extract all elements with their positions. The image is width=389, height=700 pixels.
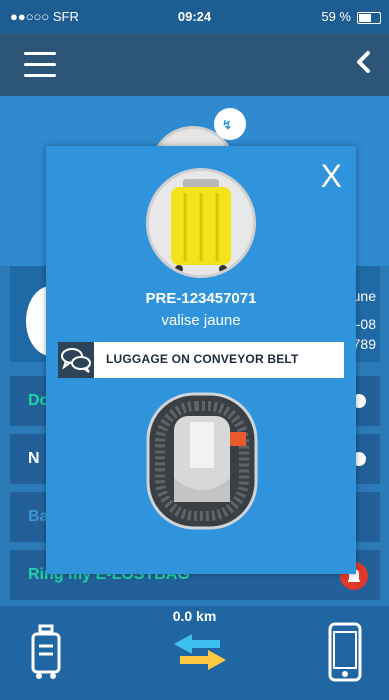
battery-text: 59 %: [321, 9, 351, 24]
option-row-2-label: N: [28, 450, 40, 467]
battery-icon: [357, 12, 381, 24]
back-chevron-icon[interactable]: [355, 50, 371, 79]
suitcase-icon: [30, 624, 62, 685]
card-text-1: une: [352, 288, 376, 304]
status-banner: LUGGAGE ON CONVEYOR BELT: [58, 342, 344, 378]
luggage-description: valise jaune: [161, 312, 241, 329]
status-text: LUGGAGE ON CONVEYOR BELT: [106, 352, 299, 366]
phone-icon: [328, 622, 362, 687]
link-badge-icon: ↯: [214, 108, 246, 140]
card-text-3: 789: [352, 336, 376, 352]
card-text-2: -08: [355, 316, 376, 332]
menu-icon[interactable]: [24, 52, 56, 85]
yellow-suitcase-image: [149, 171, 253, 275]
luggage-status-dialog: X PRE-123457071 valise jaune LUGGAGE ON …: [46, 146, 356, 574]
svg-text:↯: ↯: [222, 118, 232, 132]
luggage-reference: PRE-123457071: [145, 290, 257, 307]
conveyor-belt-icon: [146, 392, 258, 530]
luggage-photo: [146, 168, 256, 278]
distance-footer: 0.0 km: [0, 606, 389, 700]
nav-bar: [0, 34, 389, 96]
chat-bubbles-icon: [58, 342, 94, 378]
status-bar: ●●○○○ SFR 09:24 59 %: [0, 0, 389, 34]
swap-arrows-icon: [170, 632, 230, 677]
close-button[interactable]: X: [321, 158, 342, 195]
